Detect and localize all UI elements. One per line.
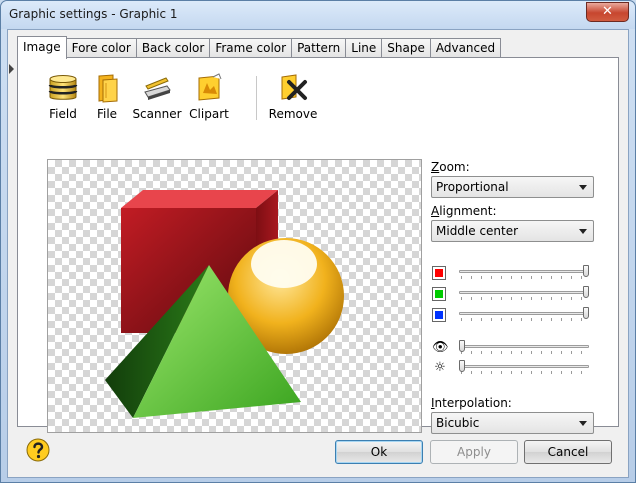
chevron-down-icon [579, 421, 587, 426]
ok-button[interactable]: Ok [335, 440, 423, 464]
tab-fore-color[interactable]: Fore color [65, 38, 137, 58]
remove-label: Remove [268, 107, 318, 121]
tab-pattern[interactable]: Pattern [291, 38, 347, 58]
tab-frame-color[interactable]: Frame color [209, 38, 293, 58]
slider-thumb[interactable] [583, 307, 589, 319]
clipart-label: Clipart [189, 107, 229, 121]
zoom-select[interactable]: Proportional [431, 176, 594, 198]
tab-shape[interactable]: Shape [381, 38, 431, 58]
brightness-slider[interactable] [459, 360, 589, 374]
close-icon: ✕ [602, 4, 613, 19]
tab-image[interactable]: Image [17, 36, 67, 59]
alignment-select[interactable]: Middle center [431, 220, 594, 242]
tab-back-color[interactable]: Back color [135, 38, 211, 58]
blue-slider[interactable] [459, 307, 589, 321]
green-swatch-icon [432, 287, 446, 301]
folder-icon [98, 74, 118, 103]
cancel-button[interactable]: Cancel [524, 440, 612, 464]
window-title: Graphic settings - Graphic 1 [9, 7, 178, 21]
shapes-clipart-image [105, 190, 344, 418]
zoom-value: Proportional [436, 180, 509, 194]
close-button[interactable]: ✕ [586, 2, 629, 22]
image-tab-panel: Field File Scanner Clipart Remove Zoom: … [17, 57, 619, 434]
image-preview [47, 159, 422, 433]
tab-line[interactable]: Line [345, 38, 383, 58]
green-slider[interactable] [459, 286, 589, 300]
interpolation-label: Interpolation: [431, 396, 512, 410]
interpolation-value: Bicubic [436, 416, 480, 430]
toolbar-separator [256, 76, 257, 120]
scanner-label: Scanner [132, 107, 182, 121]
clipart-button[interactable]: Clipart [180, 72, 238, 121]
scanner-icon [144, 77, 171, 100]
blue-swatch-icon [432, 308, 446, 322]
help-icon[interactable] [26, 438, 50, 462]
chevron-down-icon [579, 185, 587, 190]
remove-icon [281, 74, 307, 100]
interpolation-select[interactable]: Bicubic [431, 412, 594, 434]
tab-strip: Image Fore color Back color Frame color … [17, 36, 502, 59]
database-icon [48, 75, 78, 100]
apply-button[interactable]: Apply [430, 440, 518, 464]
alignment-label: Alignment: [431, 204, 497, 218]
scanner-button[interactable]: Scanner [128, 72, 186, 121]
slider-thumb[interactable] [583, 265, 589, 277]
dialog-client-area: Image Fore color Back color Frame color … [7, 29, 629, 478]
clipart-icon [198, 73, 222, 101]
side-arrow-icon [9, 64, 14, 74]
tab-advanced[interactable]: Advanced [429, 38, 502, 58]
alignment-value: Middle center [436, 224, 519, 238]
slider-thumb[interactable] [459, 340, 465, 352]
red-swatch-icon [432, 266, 446, 280]
transparency-slider[interactable] [459, 340, 589, 354]
zoom-label: Zoom: [431, 160, 470, 174]
dialog-window: Graphic settings - Graphic 1 ✕ Image For… [0, 0, 636, 483]
remove-button[interactable]: Remove [264, 72, 322, 121]
chevron-down-icon [579, 229, 587, 234]
title-bar[interactable]: Graphic settings - Graphic 1 ✕ [1, 1, 635, 29]
brightness-icon: ☼ [434, 360, 446, 375]
red-slider[interactable] [459, 265, 589, 279]
slider-thumb[interactable] [459, 360, 465, 372]
slider-thumb[interactable] [583, 286, 589, 298]
eye-icon: 👁 [432, 340, 449, 355]
